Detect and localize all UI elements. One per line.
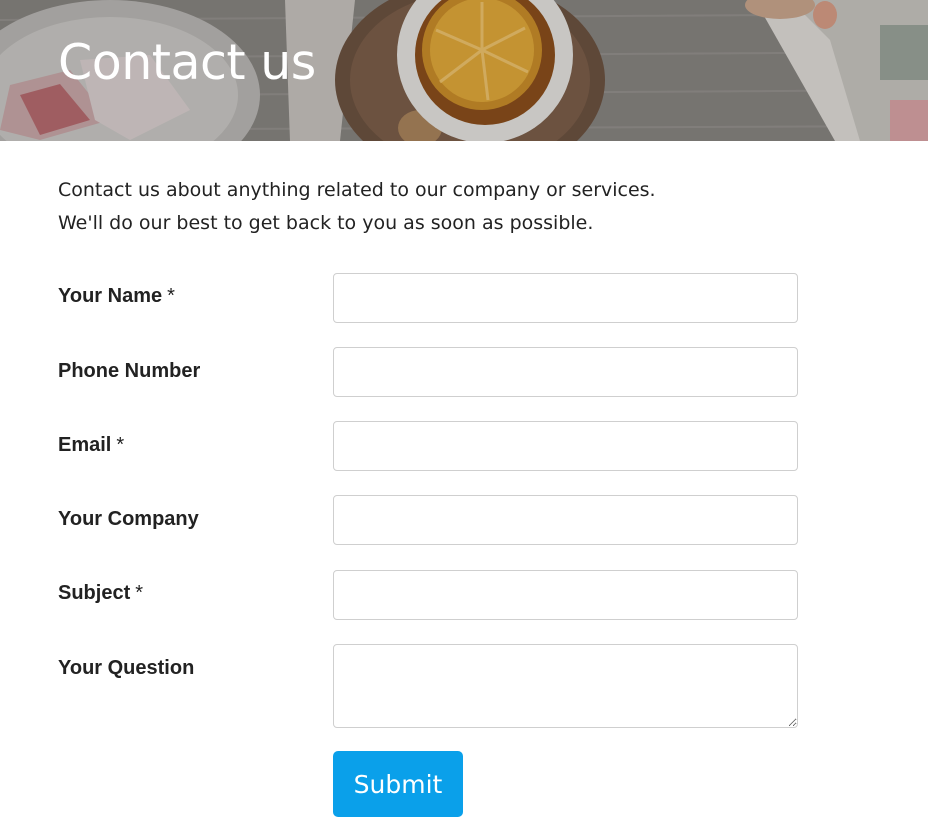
email-label-text: Email: [58, 434, 112, 456]
subject-label: Subject *: [58, 582, 143, 605]
question-textarea[interactable]: [333, 644, 798, 728]
required-marker: *: [167, 285, 175, 307]
company-input[interactable]: [333, 495, 798, 545]
hero-banner: Contact us: [0, 0, 928, 141]
name-label: Your Name *: [58, 285, 175, 308]
phone-label-text: Phone Number: [58, 360, 201, 382]
intro-line-1: Contact us about anything related to our…: [58, 179, 656, 201]
name-input[interactable]: [333, 273, 798, 323]
company-label: Your Company: [58, 508, 204, 531]
required-marker: *: [116, 434, 125, 456]
required-marker: *: [135, 582, 144, 604]
email-label: Email *: [58, 434, 124, 457]
subject-input[interactable]: [333, 570, 798, 620]
subject-label-text: Subject: [58, 582, 131, 604]
email-input[interactable]: [333, 421, 798, 471]
company-label-text: Your Company: [58, 508, 199, 530]
question-label: Your Question: [58, 657, 199, 680]
page-title: Contact us: [58, 34, 316, 91]
submit-button[interactable]: Submit: [333, 751, 463, 817]
intro-line-2: We'll do our best to get back to you as …: [58, 212, 594, 234]
phone-label: Phone Number: [58, 360, 205, 383]
question-label-text: Your Question: [58, 657, 195, 679]
phone-input[interactable]: [333, 347, 798, 397]
intro-text: Contact us about anything related to our…: [58, 174, 858, 240]
name-label-text: Your Name: [58, 285, 163, 307]
